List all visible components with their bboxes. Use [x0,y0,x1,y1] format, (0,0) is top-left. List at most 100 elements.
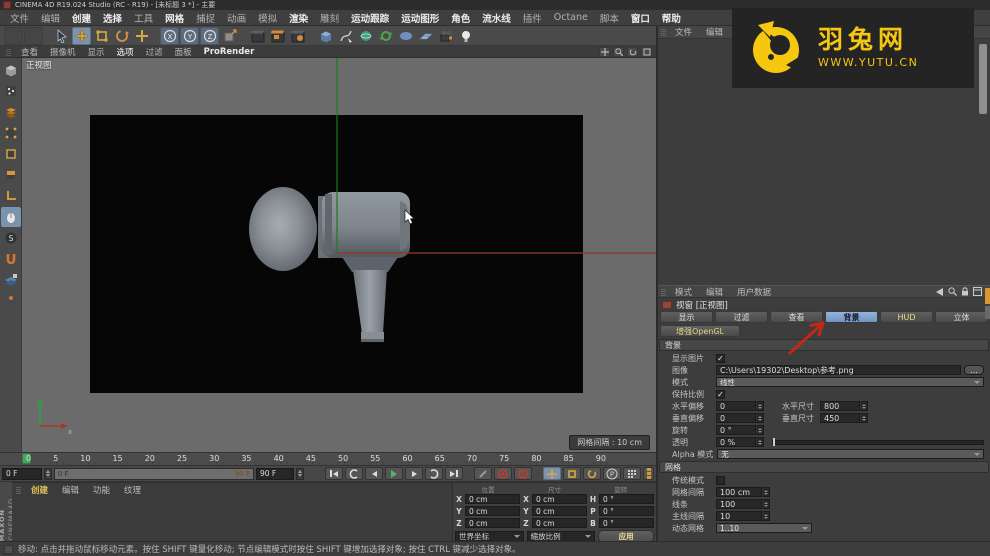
grid-spacing-input[interactable]: 100 cm [716,487,762,497]
menu-create[interactable]: 创建 [66,11,97,25]
mat-menu-function[interactable]: 功能 [87,484,116,496]
search-icon[interactable] [948,287,957,296]
menu-sculpt[interactable]: 雕刻 [314,11,345,25]
autokey-button[interactable] [514,467,532,480]
render-view-icon[interactable] [248,27,267,45]
rotate-tool-icon[interactable] [112,27,131,45]
grid-spacing-spinner[interactable] [762,487,770,497]
rotation-spinner[interactable] [756,425,764,435]
preview-range-slider[interactable]: 0 F 90 F [54,467,254,480]
menu-help[interactable]: 帮助 [656,11,687,25]
transparency-input[interactable]: 0 % [716,437,756,447]
rot-b-field[interactable]: 0 ° [599,518,654,528]
pos-z-field[interactable]: 0 cm [465,518,520,528]
quantize-mouse-icon[interactable] [0,207,21,227]
viewport-zoom-icon[interactable] [613,46,624,57]
timeline-options-icon[interactable] [643,467,654,480]
axis-mode-icon[interactable] [1,186,21,206]
render-picture-viewer-icon[interactable] [268,27,287,45]
add-cube-icon[interactable] [316,27,335,45]
menu-simulate[interactable]: 模拟 [252,11,283,25]
viewport-toggle-icon[interactable] [641,46,652,57]
previous-frame-button[interactable] [365,467,383,480]
attribute-object-row[interactable]: 视窗 [正视图] [658,298,990,311]
add-generator-icon[interactable] [356,27,375,45]
keep-ratio-checkbox[interactable]: ✓ [716,389,725,399]
menu-character[interactable]: 角色 [445,11,476,25]
pos-x-field[interactable]: 0 cm [465,494,520,504]
lock-y-axis-button[interactable]: Y [180,26,199,45]
edge-tab-gray[interactable] [985,306,990,319]
menu-motion-tracker[interactable]: 运动跟踪 [345,11,395,25]
tab-enhanced-opengl[interactable]: 增强OpenGL [660,325,740,337]
render-settings-icon[interactable] [288,27,307,45]
vp-menu-camera[interactable]: 摄像机 [44,46,82,58]
h-size-spinner[interactable] [860,401,868,411]
legacy-mode-checkbox[interactable] [716,475,725,485]
goto-end-button[interactable] [445,467,463,480]
menu-plugins[interactable]: 插件 [517,11,548,25]
edge-mode-icon[interactable] [1,144,21,164]
major-lines-spinner[interactable] [762,511,770,521]
menu-octane[interactable]: Octane [548,12,594,23]
am-menu-mode[interactable]: 模式 [668,286,699,298]
add-spline-icon[interactable] [336,27,355,45]
am-menu-userdata[interactable]: 用户数据 [730,286,778,298]
menu-mesh[interactable]: 网格 [159,11,190,25]
play-backwards-loop-button[interactable] [345,467,363,480]
section-background[interactable]: 背景 [659,339,989,351]
texture-mode-icon[interactable] [1,102,21,122]
move-tool-icon[interactable] [72,26,91,45]
tab-stereoscopic[interactable]: 立体 [935,311,988,323]
image-path-input[interactable]: C:\Users\19302\Desktop\参考.png [716,365,961,375]
size-y-field[interactable]: 0 cm [532,506,587,516]
vp-menu-options[interactable]: 选项 [111,46,140,58]
h-size-input[interactable]: 800 [820,401,860,411]
key-position-toggle[interactable] [543,467,561,480]
v-size-spinner[interactable] [860,413,868,423]
snap-magnet-icon[interactable] [1,249,21,269]
mode-dropdown[interactable]: 线性 [716,377,984,387]
goto-start-button[interactable] [325,467,343,480]
last-tool-icon[interactable] [132,27,151,45]
menu-select[interactable]: 选择 [97,11,128,25]
live-selection-icon[interactable] [52,27,71,45]
material-manager[interactable]: 创建 编辑 功能 纹理 [12,482,452,541]
size-x-field[interactable]: 0 cm [532,494,587,504]
add-environment-icon[interactable] [396,27,415,45]
add-camera-icon[interactable] [436,27,455,45]
menu-file[interactable]: 文件 [4,11,35,25]
vp-menu-view[interactable]: 查看 [15,46,44,58]
panel-options-icon[interactable] [973,287,982,296]
show-image-checkbox[interactable]: ✓ [716,353,725,363]
vp-menu-panel[interactable]: 面板 [169,46,198,58]
play-forwards-loop-button[interactable] [425,467,443,480]
lock-x-axis-button[interactable]: X [160,26,179,45]
vp-menu-filter[interactable]: 过滤 [140,46,169,58]
transparency-slider[interactable] [772,437,984,446]
snap-s-icon[interactable]: S [1,228,21,248]
alpha-mode-dropdown[interactable]: 无 [717,449,984,459]
v-size-input[interactable]: 450 [820,413,860,423]
object-manager-scrollbar[interactable] [979,44,987,114]
menu-script[interactable]: 脚本 [594,11,625,25]
menu-pipeline[interactable]: 流水线 [476,11,517,25]
section-grid[interactable]: 网格 [659,461,989,473]
browse-button[interactable]: ... [964,365,984,375]
lock-icon[interactable] [961,287,969,296]
key-pla-toggle[interactable] [623,467,641,480]
coordinate-system-icon[interactable] [220,27,239,45]
h-offset-spinner[interactable] [756,401,764,411]
add-light-icon[interactable] [456,27,475,45]
major-lines-input[interactable]: 10 [716,511,762,521]
record-keyframe-button[interactable] [494,467,512,480]
rot-p-field[interactable]: 0 ° [599,506,654,516]
end-frame-spinner[interactable] [296,467,304,480]
make-editable-icon[interactable] [1,60,21,80]
v-offset-input[interactable]: 0 [716,413,756,423]
tab-hud[interactable]: HUD [880,311,933,323]
om-menu-edit[interactable]: 编辑 [699,26,730,38]
add-deformer-icon[interactable] [376,27,395,45]
current-frame-spinner[interactable] [44,467,52,480]
add-floor-icon[interactable] [416,27,435,45]
